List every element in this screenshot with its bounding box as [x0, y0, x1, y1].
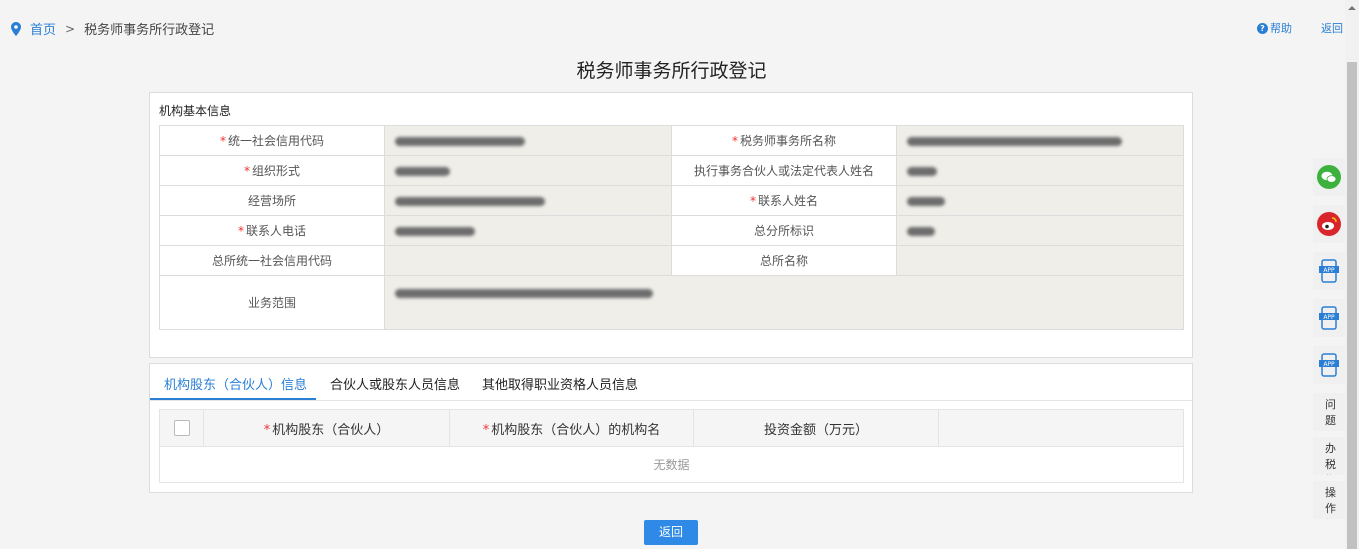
table-row: 总所统一社会信用代码 总所名称 [159, 245, 1184, 276]
required-mark: * [237, 224, 244, 238]
basic-info-title: 机构基本信息 [159, 104, 232, 118]
field-label: 总所统一社会信用代码 [159, 245, 385, 276]
field-label: 总分所标识 [671, 215, 897, 246]
basic-info-panel: 机构基本信息 * 统一社会信用代码 * 税务师事务所名称 * 组织形式 执行事务合伙人… [149, 92, 1193, 358]
app-icon: APP [1319, 306, 1339, 330]
shareholder-panel: 机构股东（合伙人）信息 合伙人或股东人员信息 其他取得职业资格人员信息 * 机构股… [149, 363, 1193, 493]
breadcrumb-home-link[interactable]: 首页 [30, 19, 56, 38]
credit-code-value [384, 125, 672, 156]
field-label: * 组织形式 [159, 155, 385, 186]
required-mark: * [731, 134, 738, 148]
required-mark: * [263, 422, 271, 438]
redacted-value [395, 196, 545, 206]
breadcrumb: 首页 > 税务师事务所行政登记 [11, 19, 214, 38]
required-mark: * [482, 422, 490, 438]
select-all-cell [159, 409, 204, 447]
field-label: 业务范围 [159, 275, 385, 330]
weibo-button[interactable] [1313, 205, 1345, 243]
table-row: 业务范围 [159, 275, 1184, 330]
scroll-up-arrow-icon[interactable] [1348, 4, 1356, 12]
guide-link[interactable]: 办税指南 [1313, 437, 1345, 475]
field-label: 执行事务合伙人或法定代表人姓名 [671, 155, 897, 186]
firm-name-value [896, 125, 1184, 156]
page-title: 税务师事务所行政登记 [576, 60, 767, 82]
app-download-button-3[interactable]: APP [1313, 346, 1345, 384]
field-label: 总所名称 [671, 245, 897, 276]
redacted-value [395, 136, 525, 146]
column-header: * 机构股东（合伙人） [203, 409, 450, 447]
svg-text:APP: APP [1323, 361, 1335, 368]
svg-text:APP: APP [1323, 314, 1335, 321]
legal-rep-value [896, 155, 1184, 186]
app-icon: APP [1319, 259, 1339, 283]
help-icon: ? [1257, 22, 1268, 34]
column-header: * 机构股东（合伙人）的机构名 [449, 409, 694, 447]
required-mark: * [219, 134, 226, 148]
vertical-scrollbar[interactable] [1345, 0, 1359, 549]
shareholder-table: * 机构股东（合伙人） * 机构股东（合伙人）的机构名 投资金额（万元） 无数据 [159, 409, 1184, 483]
contact-name-value [896, 185, 1184, 216]
weibo-icon [1317, 212, 1341, 236]
help-link[interactable]: ? 帮助 [1257, 20, 1292, 36]
feedback-link[interactable]: 问题反馈 [1313, 393, 1345, 431]
header-back-link[interactable]: 返回 [1321, 20, 1343, 36]
redacted-value [395, 166, 450, 176]
table-row: * 联系人电话 总分所标识 [159, 215, 1184, 246]
tab-partner-personnel[interactable]: 合伙人或股东人员信息 [330, 374, 460, 393]
procedure-link[interactable]: 操作规程 [1313, 481, 1345, 519]
table-row: * 统一社会信用代码 * 税务师事务所名称 [159, 125, 1184, 156]
required-mark: * [243, 164, 250, 178]
table-row: * 组织形式 执行事务合伙人或法定代表人姓名 [159, 155, 1184, 186]
right-floating-bar: APP APP APP 问题反馈 办税指南 操作规程 [1313, 158, 1345, 525]
tab-institutional-shareholders[interactable]: 机构股东（合伙人）信息 [164, 374, 307, 393]
business-scope-value [384, 275, 1184, 330]
hq-credit-code-value [384, 245, 672, 276]
contact-phone-value [384, 215, 672, 246]
help-label: 帮助 [1270, 22, 1292, 35]
column-header [938, 409, 1184, 447]
premises-value [384, 185, 672, 216]
org-form-value [384, 155, 672, 186]
field-label: * 联系人姓名 [671, 185, 897, 216]
redacted-value [907, 226, 935, 236]
redacted-value [395, 226, 475, 236]
basic-info-table: * 统一社会信用代码 * 税务师事务所名称 * 组织形式 执行事务合伙人或法定代表人姓… [159, 125, 1184, 330]
redacted-value [395, 289, 653, 298]
svg-text:APP: APP [1323, 267, 1335, 274]
hq-name-value [896, 245, 1184, 276]
back-button[interactable]: 返回 [644, 520, 698, 545]
select-all-checkbox[interactable] [173, 420, 190, 436]
empty-row: 无数据 [159, 446, 1184, 483]
wechat-icon [1317, 165, 1341, 189]
breadcrumb-current: 税务师事务所行政登记 [84, 23, 215, 38]
active-tab-indicator [150, 398, 316, 400]
tab-other-qualified-personnel[interactable]: 其他取得职业资格人员信息 [482, 374, 638, 393]
table-row: 经营场所 * 联系人姓名 [159, 185, 1184, 216]
tab-bar: 机构股东（合伙人）信息 合伙人或股东人员信息 其他取得职业资格人员信息 [150, 364, 1192, 401]
top-bar: 首页 > 税务师事务所行政登记 ? 帮助 返回 [0, 0, 1345, 56]
redacted-value [907, 166, 937, 176]
wechat-button[interactable] [1313, 158, 1345, 196]
field-label: * 统一社会信用代码 [159, 125, 385, 156]
breadcrumb-separator: > [65, 21, 76, 36]
empty-text: 无数据 [159, 446, 1184, 483]
app-download-button-2[interactable]: APP [1313, 299, 1345, 337]
app-download-button-1[interactable]: APP [1313, 252, 1345, 290]
redacted-value [907, 136, 1122, 146]
scrollbar-thumb[interactable] [1347, 62, 1357, 549]
column-header: 投资金额（万元） [693, 409, 939, 447]
required-mark: * [749, 194, 756, 208]
app-icon: APP [1319, 353, 1339, 377]
redacted-value [907, 196, 945, 206]
location-pin-icon [11, 21, 21, 36]
field-label: 经营场所 [159, 185, 385, 216]
field-label: * 联系人电话 [159, 215, 385, 246]
table-header-row: * 机构股东（合伙人） * 机构股东（合伙人）的机构名 投资金额（万元） [159, 409, 1184, 447]
field-label: * 税务师事务所名称 [671, 125, 897, 156]
branch-flag-value [896, 215, 1184, 246]
